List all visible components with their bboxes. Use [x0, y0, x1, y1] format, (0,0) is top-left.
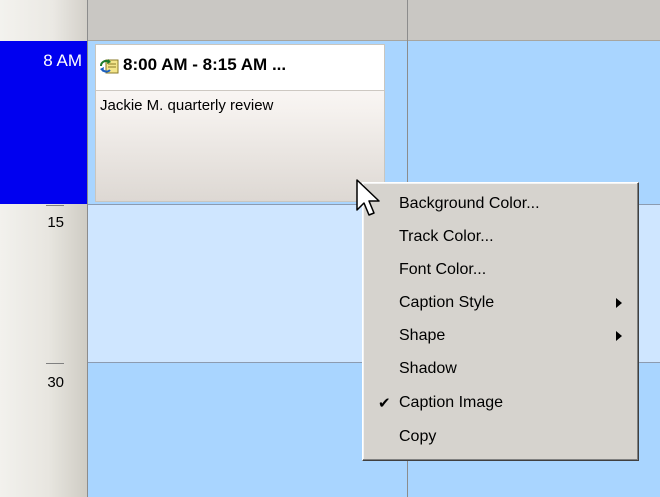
submenu-arrow-icon	[616, 298, 622, 308]
time-slot[interactable]	[88, 205, 407, 362]
column-header-2[interactable]	[408, 0, 660, 41]
grid-line	[87, 0, 88, 497]
menu-item-label: Copy	[399, 428, 437, 445]
menu-item-caption-image[interactable]: ✔ Caption Image	[365, 387, 636, 420]
checkmark-icon: ✔	[378, 395, 391, 412]
submenu-arrow-icon	[616, 331, 622, 341]
context-menu: Background Color... Track Color... Font …	[362, 182, 639, 461]
tick-30	[46, 363, 64, 364]
recurrence-icon	[100, 59, 119, 74]
menu-item-label: Shape	[399, 327, 446, 344]
appointment-subject: Jackie M. quarterly review	[100, 97, 274, 114]
time-slot[interactable]	[408, 41, 660, 204]
minute-label-15: 15	[47, 214, 64, 231]
menu-item-label: Font Color...	[399, 261, 487, 278]
menu-item-label: Shadow	[399, 360, 457, 377]
menu-item-label: Track Color...	[399, 228, 494, 245]
hour-label: 8 AM	[43, 51, 82, 70]
tick-15	[46, 205, 64, 206]
menu-item-shadow[interactable]: Shadow	[365, 353, 636, 386]
menu-item-font-color[interactable]: Font Color...	[365, 254, 636, 287]
minute-label-30: 30	[47, 374, 64, 391]
menu-item-background-color[interactable]: Background Color...	[365, 188, 636, 221]
time-slot[interactable]	[88, 363, 407, 497]
time-ruler-header	[0, 0, 87, 41]
appointment-caption[interactable]: 8:00 AM - 8:15 AM ...	[96, 45, 384, 91]
menu-item-track-color[interactable]: Track Color...	[365, 221, 636, 254]
menu-item-label: Caption Style	[399, 294, 495, 311]
menu-item-label: Caption Image	[399, 394, 504, 411]
menu-item-shape[interactable]: Shape	[365, 320, 636, 353]
menu-item-copy[interactable]: Copy	[365, 421, 636, 454]
mouse-cursor-icon	[356, 179, 380, 216]
menu-item-label: Background Color...	[399, 195, 540, 212]
appointment-time: 8:00 AM - 8:15 AM ...	[123, 55, 287, 74]
column-header-1[interactable]	[88, 0, 407, 41]
menu-item-caption-style[interactable]: Caption Style	[365, 287, 636, 320]
appointment[interactable]: 8:00 AM - 8:15 AM ... Jackie M. quarterl…	[95, 44, 385, 202]
